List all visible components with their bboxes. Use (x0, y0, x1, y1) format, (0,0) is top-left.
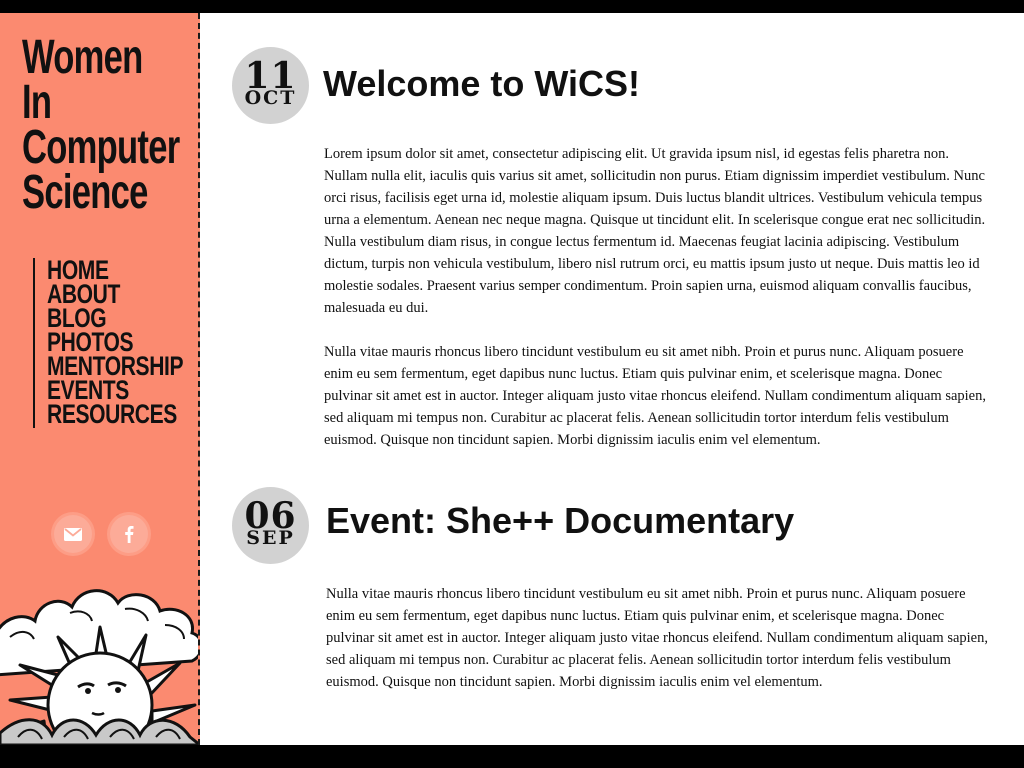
post-paragraph: Nulla vitae mauris rhoncus libero tincid… (326, 586, 988, 690)
site-title-line: In (22, 76, 52, 129)
site-title-line: Science (22, 166, 148, 219)
date-badge: 11 OCT (232, 47, 309, 124)
post-body: Nulla vitae mauris rhoncus libero tincid… (326, 583, 988, 715)
site-title[interactable]: Women In Computer Science (22, 31, 180, 219)
post-body: Lorem ipsum dolor sit amet, consectetur … (324, 143, 986, 473)
nav-item-resources[interactable]: RESOURCES (47, 401, 183, 428)
facebook-icon (125, 526, 134, 543)
sun-cloud-illustration (0, 589, 198, 745)
facebook-button[interactable] (110, 515, 148, 553)
site-title-line: Computer (22, 121, 180, 174)
page-frame: Women In Computer Science HOME ABOUT BLO… (0, 13, 1024, 745)
post-title[interactable]: Welcome to WiCS! (323, 63, 640, 105)
site-title-line: Women (22, 31, 143, 84)
sidebar: Women In Computer Science HOME ABOUT BLO… (0, 13, 200, 745)
post-title[interactable]: Event: She++ Documentary (326, 500, 794, 542)
post-paragraph: Nulla vitae mauris rhoncus libero tincid… (324, 344, 986, 448)
post-paragraph: Lorem ipsum dolor sit amet, consectetur … (324, 146, 986, 316)
date-badge: 06 SEP (232, 487, 309, 564)
main-nav: HOME ABOUT BLOG PHOTOS MENTORSHIP EVENTS… (33, 257, 198, 428)
mail-button[interactable] (54, 515, 92, 553)
mail-icon (64, 527, 82, 541)
